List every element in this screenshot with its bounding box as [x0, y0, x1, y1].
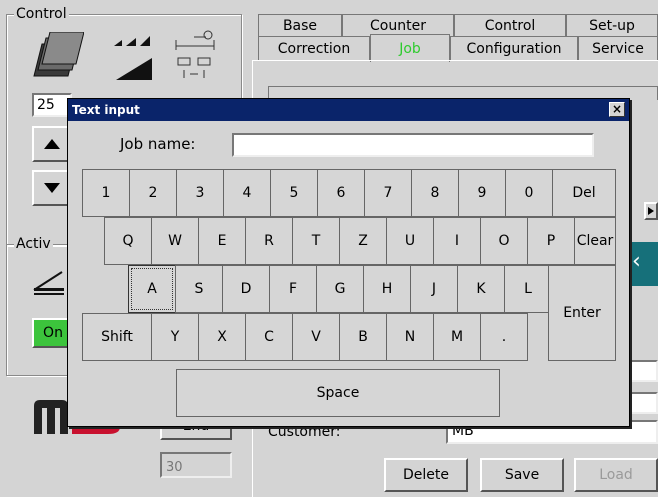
key-i[interactable]: I [433, 217, 481, 265]
on-button-label: On [43, 325, 63, 341]
delete-button-label: Delete [403, 467, 449, 483]
count-field[interactable]: 25 [32, 93, 72, 117]
activation-group-title: Activ [14, 236, 53, 252]
job-name-input[interactable] [232, 133, 594, 157]
key-6[interactable]: 6 [317, 169, 365, 217]
delete-button[interactable]: Delete [384, 458, 468, 492]
dialog-title-bar: Text input × [68, 99, 629, 121]
tab-correction-label: Correction [277, 40, 351, 57]
text-input-dialog: Text input × Job name: 1 2 3 4 5 6 7 8 9… [67, 98, 630, 427]
key-space[interactable]: Space [176, 369, 500, 417]
key-7[interactable]: 7 [364, 169, 412, 217]
key-e[interactable]: E [198, 217, 246, 265]
key-k[interactable]: K [457, 265, 505, 313]
key-w[interactable]: W [151, 217, 199, 265]
dashed-line-icon[interactable] [114, 36, 150, 48]
key-n[interactable]: N [386, 313, 434, 361]
tab-base-label: Base [282, 17, 318, 34]
key-s[interactable]: S [175, 265, 223, 313]
key-9[interactable]: 9 [458, 169, 506, 217]
tab-setup-label: Set-up [589, 17, 635, 34]
tab-configuration-label: Configuration [466, 40, 562, 57]
ramp-icon[interactable] [116, 58, 152, 80]
key-b[interactable]: B [339, 313, 387, 361]
key-4[interactable]: 4 [223, 169, 271, 217]
tab-correction[interactable]: Correction [258, 36, 370, 60]
key-period[interactable]: . [480, 313, 528, 361]
tab-control[interactable]: Control [454, 14, 566, 36]
key-x[interactable]: X [198, 313, 246, 361]
key-q[interactable]: Q [104, 217, 152, 265]
key-del[interactable]: Del [552, 169, 616, 217]
close-icon[interactable]: × [609, 102, 625, 117]
key-5[interactable]: 5 [270, 169, 318, 217]
scroll-right-icon [648, 207, 654, 215]
stack-feed-icon[interactable] [32, 270, 68, 296]
tab-configuration[interactable]: Configuration [450, 36, 578, 60]
tab-service[interactable]: Service [578, 36, 658, 60]
count-value: 25 [37, 97, 55, 113]
key-0[interactable]: 0 [505, 169, 553, 217]
key-p[interactable]: P [527, 217, 575, 265]
tab-setup[interactable]: Set-up [566, 14, 658, 36]
key-g[interactable]: G [316, 265, 364, 313]
key-a[interactable]: A [128, 265, 176, 313]
key-t[interactable]: T [292, 217, 340, 265]
up-arrow-button[interactable] [32, 126, 72, 162]
up-arrow-icon [44, 139, 60, 149]
counter-field[interactable]: 30 [160, 452, 232, 478]
tab-counter-label: Counter [370, 17, 426, 34]
job-name-label: Job name: [120, 135, 196, 153]
key-y[interactable]: Y [151, 313, 199, 361]
key-m[interactable]: M [433, 313, 481, 361]
down-arrow-icon [44, 183, 60, 193]
scroll-right-button[interactable] [644, 202, 658, 220]
tab-control-label: Control [484, 17, 536, 34]
save-button[interactable]: Save [480, 458, 564, 492]
gauge-icon[interactable] [174, 28, 216, 50]
counter-value: 30 [166, 460, 183, 475]
key-j[interactable]: J [410, 265, 458, 313]
key-2[interactable]: 2 [129, 169, 177, 217]
key-d[interactable]: D [222, 265, 270, 313]
key-f[interactable]: F [269, 265, 317, 313]
key-3[interactable]: 3 [176, 169, 224, 217]
key-enter[interactable]: Enter [548, 265, 616, 361]
dialog-title: Text input [72, 103, 140, 117]
key-shift[interactable]: Shift [82, 313, 152, 361]
key-u[interactable]: U [386, 217, 434, 265]
key-h[interactable]: H [363, 265, 411, 313]
key-l[interactable]: L [504, 265, 552, 313]
key-z[interactable]: Z [339, 217, 387, 265]
job-info-field-1[interactable] [630, 360, 658, 382]
key-clear[interactable]: Clear [574, 217, 616, 265]
tab-counter[interactable]: Counter [342, 14, 454, 36]
tab-job[interactable]: Job [370, 34, 450, 62]
tab-job-label: Job [399, 40, 421, 57]
key-1[interactable]: 1 [82, 169, 130, 217]
job-info-field-2[interactable] [630, 392, 658, 414]
tab-base[interactable]: Base [258, 14, 342, 36]
control-group-title: Control [14, 6, 69, 22]
bracket-icon[interactable] [176, 56, 216, 80]
key-v[interactable]: V [292, 313, 340, 361]
load-button[interactable]: Load [574, 458, 658, 492]
load-button-label: Load [599, 467, 633, 483]
save-button-label: Save [504, 467, 540, 483]
layer-stack-icon[interactable] [32, 31, 85, 78]
key-8[interactable]: 8 [411, 169, 459, 217]
key-r[interactable]: R [245, 217, 293, 265]
status-banner-glyph: ‹ [632, 249, 641, 274]
down-arrow-button[interactable] [32, 170, 72, 206]
tab-service-label: Service [592, 40, 644, 57]
key-o[interactable]: O [480, 217, 528, 265]
key-c[interactable]: C [245, 313, 293, 361]
